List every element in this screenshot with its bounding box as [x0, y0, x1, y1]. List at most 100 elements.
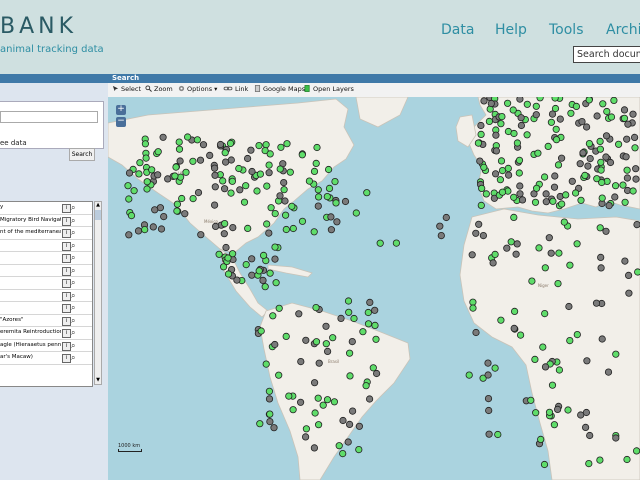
- map-marker[interactable]: [298, 151, 306, 159]
- map-marker[interactable]: [584, 162, 592, 170]
- map-marker[interactable]: [582, 123, 591, 131]
- map-marker[interactable]: [181, 210, 189, 218]
- map-marker[interactable]: [598, 178, 606, 187]
- info-icon[interactable]: i: [62, 354, 71, 363]
- map-marker[interactable]: [468, 251, 476, 259]
- map-marker[interactable]: [534, 149, 542, 157]
- map-marker[interactable]: [593, 112, 601, 120]
- map-marker[interactable]: [562, 191, 570, 199]
- map-marker[interactable]: [549, 197, 557, 205]
- map-marker[interactable]: [599, 100, 607, 108]
- map-marker[interactable]: [568, 177, 576, 185]
- map-marker[interactable]: [236, 186, 244, 194]
- map-marker[interactable]: [151, 206, 159, 214]
- map-marker[interactable]: [513, 139, 521, 147]
- study-list-scrollbar[interactable]: ▲ ▼: [94, 201, 102, 385]
- nav-archive[interactable]: Archiv: [606, 22, 640, 38]
- map-marker[interactable]: [480, 163, 488, 171]
- map-marker[interactable]: [555, 366, 563, 374]
- map-marker[interactable]: [472, 229, 480, 237]
- map-marker[interactable]: [171, 172, 179, 180]
- map-marker[interactable]: [611, 193, 619, 201]
- map-marker[interactable]: [332, 199, 340, 207]
- map-marker[interactable]: [219, 177, 227, 185]
- map-marker[interactable]: [319, 401, 327, 409]
- map-marker[interactable]: [312, 304, 320, 312]
- map-marker[interactable]: [586, 431, 594, 440]
- map-marker[interactable]: [215, 250, 223, 258]
- map-marker[interactable]: [577, 411, 585, 419]
- map-marker[interactable]: [259, 276, 267, 284]
- map-marker[interactable]: [551, 97, 559, 102]
- map-marker[interactable]: [498, 112, 506, 121]
- map-marker[interactable]: [346, 349, 354, 357]
- search-icon[interactable]: ⌕: [71, 328, 75, 337]
- map-marker[interactable]: [222, 158, 230, 166]
- map-marker[interactable]: [541, 363, 550, 371]
- map-marker[interactable]: [256, 170, 264, 178]
- map-marker[interactable]: [172, 163, 180, 171]
- list-item[interactable]: i ⌕: [0, 277, 92, 290]
- toolbar-google-maps-button[interactable]: Google Maps: [254, 85, 305, 94]
- map-marker[interactable]: [349, 407, 357, 415]
- map-marker[interactable]: [362, 382, 370, 390]
- map-marker[interactable]: [607, 113, 616, 121]
- map-marker[interactable]: [487, 99, 495, 108]
- map-marker[interactable]: [621, 198, 629, 206]
- map-marker[interactable]: [472, 328, 480, 337]
- map-marker[interactable]: [333, 218, 341, 226]
- map-marker[interactable]: [510, 213, 518, 222]
- map-marker[interactable]: [510, 307, 519, 315]
- map-marker[interactable]: [510, 129, 518, 138]
- map-marker[interactable]: [297, 357, 305, 366]
- map-marker[interactable]: [339, 416, 347, 425]
- map-marker[interactable]: [611, 182, 620, 190]
- map-marker[interactable]: [315, 359, 323, 367]
- map-marker[interactable]: [371, 306, 379, 314]
- map-marker[interactable]: [537, 435, 545, 443]
- map-marker[interactable]: [539, 343, 547, 351]
- info-icon[interactable]: i: [62, 329, 71, 338]
- map-marker[interactable]: [143, 185, 151, 193]
- map-marker[interactable]: [244, 224, 252, 232]
- world-map[interactable]: USA México Brasil Niger: [108, 97, 640, 480]
- map-marker[interactable]: [509, 106, 517, 114]
- map-marker[interactable]: [542, 198, 550, 206]
- map-marker[interactable]: [625, 289, 633, 297]
- search-icon[interactable]: ⌕: [71, 266, 75, 275]
- map-marker[interactable]: [265, 161, 273, 169]
- map-marker[interactable]: [585, 139, 593, 148]
- map-marker[interactable]: [532, 102, 540, 110]
- toolbar-open-layers-button[interactable]: Open Layers: [304, 85, 354, 94]
- map-marker[interactable]: [265, 387, 273, 395]
- map-marker[interactable]: [573, 331, 581, 339]
- map-marker[interactable]: [567, 109, 575, 117]
- map-marker[interactable]: [614, 140, 623, 148]
- map-marker[interactable]: [323, 193, 331, 201]
- map-marker[interactable]: [503, 244, 511, 252]
- map-marker[interactable]: [480, 97, 488, 105]
- map-marker[interactable]: [497, 157, 506, 165]
- map-marker[interactable]: [221, 149, 229, 157]
- map-marker[interactable]: [314, 186, 322, 194]
- search-documentation-input[interactable]: Search docume: [573, 46, 640, 63]
- map-marker[interactable]: [184, 133, 192, 141]
- map-marker[interactable]: [469, 298, 477, 306]
- map-marker[interactable]: [322, 322, 330, 330]
- map-marker[interactable]: [355, 422, 363, 430]
- map-marker[interactable]: [295, 310, 303, 318]
- map-marker[interactable]: [206, 151, 214, 160]
- map-marker[interactable]: [629, 110, 637, 118]
- map-marker[interactable]: [327, 226, 335, 234]
- map-marker[interactable]: [620, 114, 629, 122]
- map-marker[interactable]: [242, 261, 250, 269]
- map-marker[interactable]: [211, 201, 219, 209]
- map-marker[interactable]: [266, 269, 274, 277]
- map-marker[interactable]: [262, 141, 270, 149]
- map-marker[interactable]: [298, 217, 307, 225]
- map-marker[interactable]: [288, 202, 296, 210]
- map-marker[interactable]: [282, 332, 290, 340]
- map-marker[interactable]: [482, 190, 490, 198]
- list-item[interactable]: i ⌕: [0, 302, 92, 315]
- list-item[interactable]: i ⌕: [0, 252, 92, 265]
